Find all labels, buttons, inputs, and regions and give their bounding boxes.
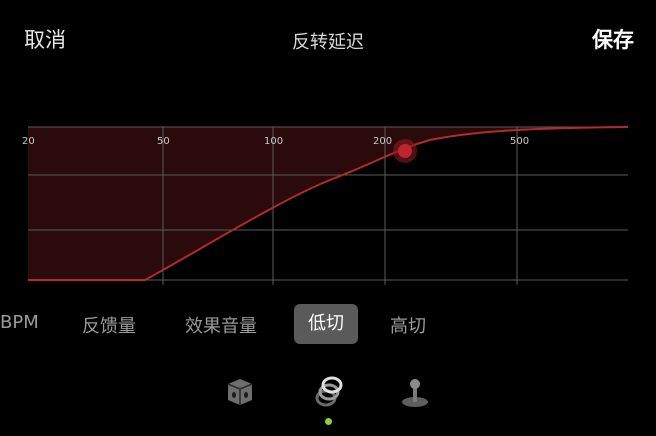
tab-effect-volume[interactable]: 效果音量	[185, 312, 257, 338]
top-bar: 取消 反转延迟 保存	[0, 0, 656, 78]
save-button[interactable]: 保存	[592, 24, 634, 54]
x-tick-label: 200	[373, 136, 392, 147]
joystick-icon[interactable]	[398, 376, 432, 412]
tab-bpm[interactable]: BPM	[0, 312, 39, 333]
parameter-tabs: BPM 反馈量 效果音量 低切 高切	[0, 304, 656, 344]
x-tick-label: 100	[264, 136, 283, 147]
x-tick-label: 50	[157, 136, 170, 147]
x-tick-label: 500	[510, 136, 529, 147]
tab-high-cut[interactable]: 高切	[390, 312, 426, 338]
curve-fill	[28, 127, 628, 280]
bottom-toolbar	[0, 370, 656, 436]
tab-feedback[interactable]: 反馈量	[82, 312, 136, 338]
graph-svg: 20 50 100 200 500	[22, 126, 629, 285]
tab-low-cut[interactable]: 低切	[294, 304, 358, 344]
x-tick-label: 20	[22, 136, 35, 147]
rings-icon[interactable]	[310, 372, 348, 412]
filter-curve-graph[interactable]: 20 50 100 200 500	[0, 110, 656, 300]
dice-icon[interactable]	[224, 376, 256, 410]
cutoff-handle[interactable]	[393, 139, 417, 163]
selected-indicator-dot	[325, 418, 332, 425]
page-title: 反转延迟	[292, 32, 364, 53]
